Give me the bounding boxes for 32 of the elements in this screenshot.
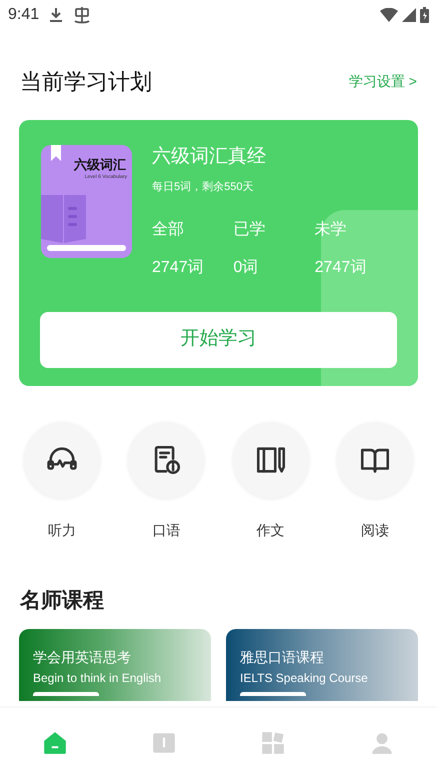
stat-value: 0词 [233, 258, 260, 278]
cover-title: 六级词汇 [74, 156, 126, 174]
stat-label: 未学 [314, 220, 348, 240]
course-subtitle: IELTS Speaking Course [240, 670, 369, 686]
course-button[interactable] [33, 692, 99, 696]
skill-label: 阅读 [360, 521, 389, 540]
course-card[interactable]: 学会用英语思考 Begin to think in English [19, 628, 211, 700]
wifi-icon [380, 8, 398, 22]
download-icon [49, 7, 64, 23]
section-title: 当前学习计划 [20, 68, 152, 96]
course-title: 学会用英语思考 [33, 648, 132, 666]
schedule-text: 每日5词，剩余550天 [152, 180, 254, 195]
settings-link[interactable]: 学习设置 > [348, 71, 417, 92]
book-drawing [41, 195, 87, 243]
skill-label: 作文 [256, 521, 285, 540]
battery-icon [420, 7, 429, 23]
book-title: 六级词汇真经 [152, 145, 267, 169]
stat-label: 全部 [152, 220, 185, 240]
course-card[interactable]: 雅思口语课程 IELTS Speaking Course [226, 628, 418, 700]
stat-value: 2747词 [152, 258, 205, 278]
course-title: 雅思口语课程 [240, 648, 325, 666]
stat-value: 2747词 [314, 258, 368, 278]
status-time: 9:41 [8, 5, 40, 25]
stat-label: 已学 [233, 220, 266, 240]
skill-label: 听力 [48, 521, 76, 540]
start-button[interactable]: 开始学习 [40, 312, 397, 368]
bookmark-icon [51, 145, 61, 161]
course-button[interactable] [240, 692, 306, 696]
signal-icon [402, 8, 416, 22]
course-subtitle: Begin to think in English [33, 670, 162, 686]
section-title: 名师课程 [18, 588, 105, 614]
skill-label: 口语 [152, 521, 180, 540]
